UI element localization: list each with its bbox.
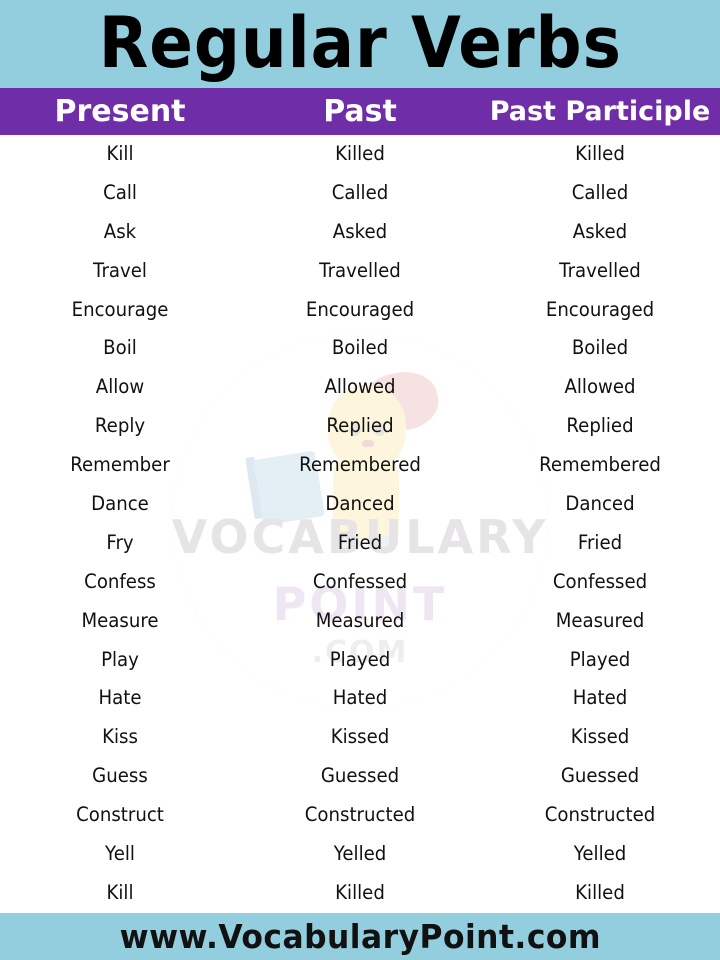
verb-table-poster: Regular Verbs Present Past Past Particip… (0, 0, 720, 960)
table-cell: Encouraged (305, 297, 415, 321)
table-cell: Measure (81, 608, 159, 632)
table-cell: Measured (555, 608, 645, 632)
table-cell: Allowed (324, 375, 396, 399)
table-row: Yell Yelled Yelled (0, 835, 720, 874)
footer-website-text: www.VocabularyPoint.com (119, 917, 601, 956)
column-header-band: Present Past Past Participle (0, 88, 720, 135)
table-cell: Allow (95, 375, 145, 399)
table-cell: Fried (337, 530, 383, 554)
table-cell: Dance (91, 492, 149, 516)
table-row: Boil Boiled Boiled (0, 329, 720, 368)
title-band: Regular Verbs (0, 0, 720, 88)
table-cell: Called (331, 180, 389, 204)
verb-table: Kill Killed Killed Call Called Called Ask Asked… (0, 135, 720, 913)
table-cell: Fried (577, 530, 623, 554)
table-row: Remember Remembered Remembered (0, 446, 720, 485)
table-row: Guess Guessed Guessed (0, 757, 720, 796)
table-row: Reply Replied Replied (0, 407, 720, 446)
table-cell: Kill (106, 142, 134, 165)
table-cell: Travelled (559, 258, 641, 282)
table-row: Encourage Encouraged Encouraged (0, 291, 720, 330)
column-header-past: Past (323, 94, 397, 129)
table-cell: Played (569, 647, 631, 671)
table-cell: Boiled (571, 336, 629, 360)
table-cell: Guess (92, 764, 148, 788)
table-cell: Replied (566, 414, 634, 438)
table-cell: Remembered (539, 453, 661, 477)
table-row: Play Played Played (0, 641, 720, 680)
table-row: Travel Travelled Travelled (0, 252, 720, 291)
table-row: Kill Killed Killed (0, 135, 720, 174)
table-row: Allow Allowed Allowed (0, 368, 720, 407)
table-cell: Asked (572, 219, 628, 243)
table-cell: Played (329, 647, 391, 671)
table-cell: Replied (326, 414, 394, 438)
table-cell: Remember (70, 453, 170, 477)
table-cell: Killed (335, 142, 385, 165)
table-cell: Allowed (564, 375, 636, 399)
table-row: Construct Constructed Constructed (0, 796, 720, 835)
table-cell: Constructed (544, 803, 656, 827)
table-cell: Danced (325, 492, 395, 516)
table-cell: Remembered (299, 453, 421, 477)
table-cell: Call (103, 180, 137, 204)
table-cell: Fry (106, 530, 134, 554)
table-row: Confess Confessed Confessed (0, 563, 720, 602)
table-row: Kill Killed Killed (0, 874, 720, 913)
table-cell: Kissed (570, 725, 630, 749)
table-cell: Construct (76, 803, 164, 827)
table-cell: Kiss (102, 725, 138, 749)
table-cell: Boiled (331, 336, 389, 360)
table-cell: Yell (105, 842, 135, 866)
table-cell: Danced (565, 492, 635, 516)
table-cell: Ask (103, 219, 137, 243)
table-cell: Constructed (304, 803, 416, 827)
table-cell: Confessed (312, 569, 408, 593)
table-cell: Measured (315, 608, 405, 632)
table-cell: Yelled (333, 842, 387, 866)
footer-band: www.VocabularyPoint.com (0, 913, 720, 960)
table-cell: Hated (572, 686, 628, 710)
table-row: Measure Measured Measured (0, 602, 720, 641)
table-cell: Guessed (560, 764, 640, 788)
column-header-present: Present (54, 94, 186, 129)
table-row: Call Called Called (0, 174, 720, 213)
table-cell: Hate (98, 686, 142, 710)
table-row: Ask Asked Asked (0, 213, 720, 252)
table-cell: Killed (335, 880, 385, 904)
table-row: Hate Hated Hated (0, 679, 720, 718)
table-cell: Boil (103, 336, 137, 360)
table-cell: Killed (575, 142, 625, 165)
table-row: Dance Danced Danced (0, 485, 720, 524)
page-title: Regular Verbs (98, 2, 622, 84)
table-cell: Travelled (319, 258, 401, 282)
table-cell: Encouraged (545, 297, 655, 321)
table-cell: Play (101, 647, 139, 671)
column-header-past-participle: Past Participle (489, 96, 711, 127)
table-cell: Killed (575, 880, 625, 904)
table-cell: Hated (332, 686, 388, 710)
table-cell: Reply (94, 414, 146, 438)
table-cell: Travel (93, 258, 147, 282)
table-cell: Yelled (573, 842, 627, 866)
table-cell: Kill (106, 880, 134, 904)
table-cell: Asked (332, 219, 388, 243)
table-row: Kiss Kissed Kissed (0, 718, 720, 757)
table-cell: Kissed (330, 725, 390, 749)
table-cell: Confess (84, 569, 156, 593)
table-cell: Encourage (71, 297, 169, 321)
table-cell: Called (571, 180, 629, 204)
table-row: Fry Fried Fried (0, 524, 720, 563)
table-cell: Guessed (320, 764, 400, 788)
table-cell: Confessed (552, 569, 648, 593)
